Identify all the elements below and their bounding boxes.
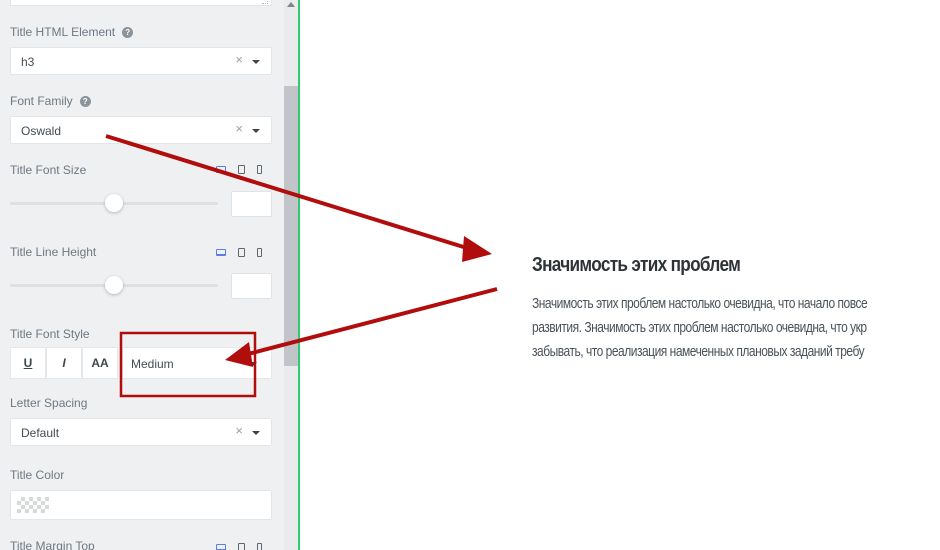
font-weight-value: Medium (131, 357, 174, 371)
tablet-icon[interactable] (238, 165, 245, 174)
title-html-element-value: h3 (21, 55, 35, 69)
uppercase-button[interactable]: AA (82, 347, 118, 379)
title-line-height-label: Title Line Height (10, 245, 97, 259)
device-switcher (216, 248, 262, 257)
font-family-value: Oswald (21, 124, 62, 138)
clear-icon[interactable]: × (235, 423, 243, 438)
letter-spacing-label: Letter Spacing (10, 396, 88, 410)
textarea-field[interactable] (10, 0, 272, 6)
slider-handle[interactable] (105, 194, 123, 212)
font-style-group: U I AA Medium (10, 347, 272, 379)
title-font-size-slider[interactable] (10, 194, 218, 212)
letter-spacing-value: Default (21, 426, 60, 440)
preview-title: Значимость этих проблем (532, 254, 741, 276)
title-font-size-input[interactable] (231, 191, 272, 217)
chevron-down-icon[interactable] (252, 431, 260, 435)
desktop-icon[interactable] (216, 544, 226, 550)
preview-text: Значимость этих проблем настолько очевид… (532, 292, 868, 364)
panel-scrollbar[interactable] (284, 0, 298, 550)
help-icon[interactable]: ? (122, 27, 134, 38)
title-html-element-label-text: Title HTML Element (10, 25, 116, 39)
desktop-icon[interactable] (216, 166, 226, 173)
chevron-down-icon[interactable] (252, 129, 260, 133)
scroll-up-icon[interactable] (287, 2, 295, 7)
clear-icon[interactable]: × (235, 121, 243, 136)
device-switcher (216, 165, 262, 174)
font-weight-select[interactable]: Medium (122, 347, 272, 379)
mobile-icon[interactable] (257, 248, 262, 257)
title-html-element-label: Title HTML Element? (10, 25, 134, 39)
chevron-down-icon[interactable] (249, 362, 257, 366)
desktop-icon[interactable] (216, 249, 226, 256)
scroll-thumb[interactable] (284, 86, 298, 366)
clear-icon[interactable]: × (235, 52, 243, 67)
title-line-height-slider[interactable] (10, 276, 218, 294)
title-font-size-label: Title Font Size (10, 163, 87, 177)
preview-canvas: Значимость этих проблем Значимость этих … (300, 0, 940, 550)
italic-button[interactable]: I (46, 347, 82, 379)
underline-button[interactable]: U (10, 347, 46, 379)
title-line-height-input[interactable] (231, 273, 272, 299)
preview-text-line: забывать, что реализация намеченных план… (532, 343, 865, 360)
mobile-icon[interactable] (257, 543, 262, 550)
title-html-element-select[interactable]: h3 × (10, 47, 272, 75)
resize-grip-icon[interactable] (262, 0, 268, 4)
mobile-icon[interactable] (257, 165, 262, 174)
settings-panel: Title HTML Element? h3 × Font Family? Os… (0, 0, 284, 550)
font-family-label-text: Font Family (10, 94, 73, 108)
chevron-down-icon[interactable] (252, 60, 260, 64)
title-color-label: Title Color (10, 468, 65, 482)
transparent-swatch-icon[interactable] (17, 497, 49, 513)
tablet-icon[interactable] (238, 248, 245, 257)
font-family-select[interactable]: Oswald × (10, 116, 272, 144)
help-icon[interactable]: ? (79, 96, 91, 107)
preview-text-line: Значимость этих проблем настолько очевид… (532, 295, 868, 312)
tablet-icon[interactable] (238, 543, 245, 550)
device-switcher (216, 543, 262, 550)
title-font-style-label: Title Font Style (10, 327, 90, 341)
preview-text-line: развития. Значимость этих проблем настол… (532, 319, 867, 336)
title-margin-top-label: Title Margin Top (10, 539, 95, 550)
letter-spacing-select[interactable]: Default × (10, 418, 272, 446)
font-family-label: Font Family? (10, 94, 91, 108)
slider-handle[interactable] (105, 276, 123, 294)
title-color-picker[interactable] (10, 490, 272, 520)
